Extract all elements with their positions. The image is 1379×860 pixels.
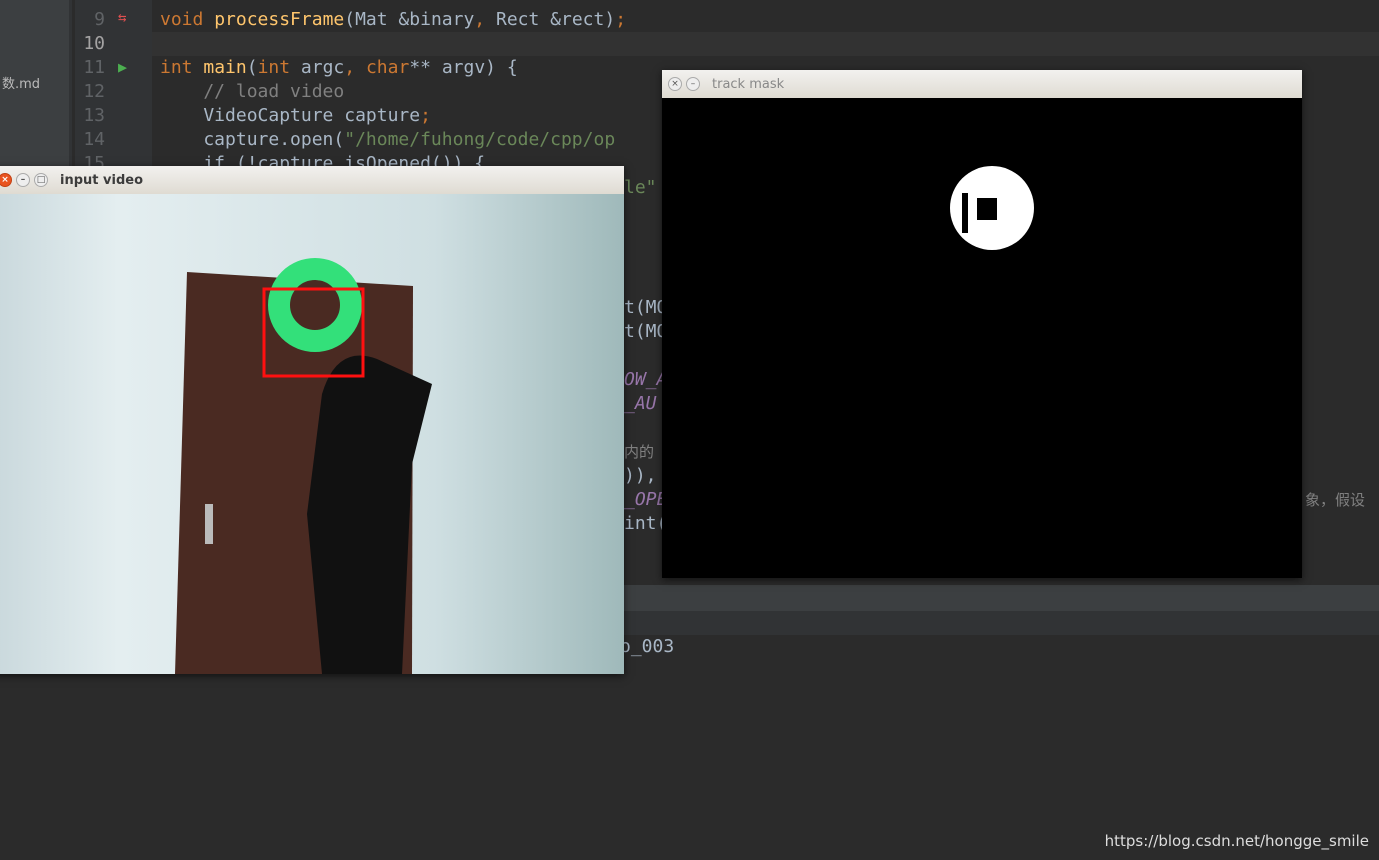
line-number: 10 (83, 33, 105, 54)
run-icon[interactable]: ▶ (118, 58, 127, 76)
minimize-icon[interactable]: – (16, 173, 30, 187)
minimize-icon[interactable]: – (686, 77, 700, 91)
watermark: https://blog.csdn.net/hongge_smile (1104, 832, 1369, 850)
line-number: 13 (83, 105, 105, 126)
run-output: o_003 (620, 636, 675, 657)
maximize-icon[interactable]: □ (34, 173, 48, 187)
window-title: track mask (712, 76, 785, 92)
file-item[interactable]: 数.md (2, 73, 40, 92)
close-icon[interactable]: × (668, 77, 682, 91)
line-number: 11 (83, 57, 105, 78)
input-video-window[interactable]: × – □ input video (0, 166, 624, 674)
mask-frame (950, 166, 1034, 250)
code-line: void processFrame(Mat &binary, Rect &rec… (160, 9, 627, 30)
code-fragment: le" (624, 177, 657, 198)
code-fragment: _AU (624, 393, 657, 414)
track-mask-window[interactable]: × – track mask (662, 70, 1302, 578)
code-fragment: t(MO (624, 297, 668, 318)
code-fragment: t(MO (624, 321, 668, 342)
current-line-highlight (152, 32, 1379, 56)
title-bar[interactable]: × – □ input video (0, 166, 624, 194)
code-fragment: )), (624, 465, 657, 486)
title-bar[interactable]: × – track mask (662, 70, 1302, 98)
line-number: 12 (83, 81, 105, 102)
video-frame (0, 194, 624, 674)
override-icon[interactable]: ⇆ (118, 10, 126, 26)
line-number: 14 (83, 129, 105, 150)
code-line: // load video (160, 81, 345, 102)
close-icon[interactable]: × (0, 173, 12, 187)
code-line: VideoCapture capture; (160, 105, 431, 126)
code-fragment: OW_A (624, 369, 668, 390)
code-line: int main(int argc, char** argv) { (160, 57, 518, 78)
code-fragment: 内的 (624, 443, 655, 461)
window-title: input video (60, 172, 143, 188)
code-fragment: int( (624, 513, 668, 534)
code-fragment: _OPE (624, 489, 668, 510)
code-fragment: 象，假设 (1305, 491, 1366, 509)
line-number: 9 (94, 9, 105, 30)
